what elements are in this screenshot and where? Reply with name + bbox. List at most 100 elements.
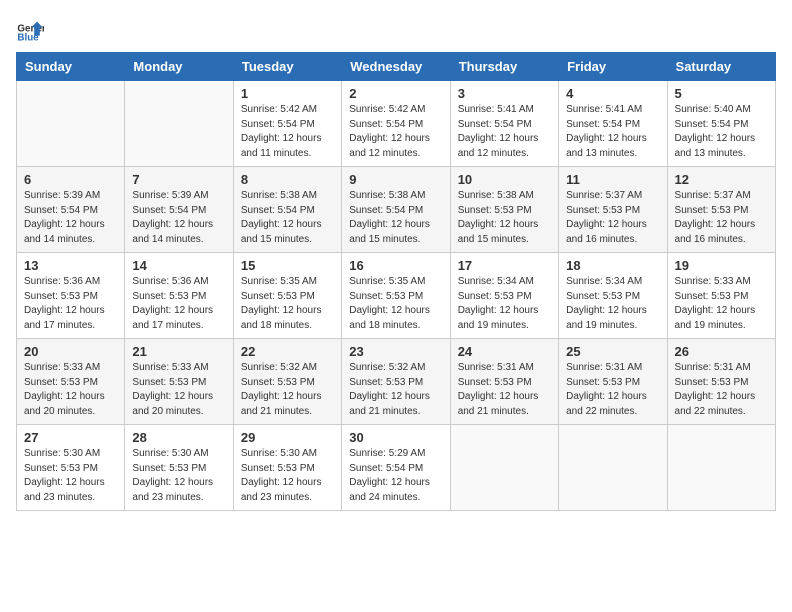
calendar-cell: 8 Sunrise: 5:38 AM Sunset: 5:54 PM Daylig…	[233, 167, 341, 253]
day-info: Sunrise: 5:33 AM Sunset: 5:53 PM Dayligh…	[132, 361, 225, 419]
calendar-cell: 6Sunrise: 5:39 AM Sunset: 5:54 PM Daylig…	[17, 167, 125, 253]
calendar-week-5: 27 Sunrise: 5:30 AM Sunset: 5:53 PM Dayli…	[17, 425, 776, 511]
calendar-cell: 23 Sunrise: 5:32 AM Sunset: 5:53 PM Dayli…	[342, 339, 450, 425]
day-number: 29	[241, 430, 334, 445]
day-number: 30	[349, 430, 442, 445]
day-info: Sunrise: 5:33 AM Sunset: 5:53 PM Dayligh…	[675, 275, 768, 333]
calendar-cell: 24Sunrise: 5:31 AM Sunset: 5:53 PM Dayli…	[450, 339, 558, 425]
calendar-body: 1Sunrise: 5:42 AM Sunset: 5:54 PM Daylig…	[17, 81, 776, 511]
weekday-header-thursday: Thursday	[450, 53, 558, 81]
day-info: Sunrise: 5:33 AM Sunset: 5:53 PM Dayligh…	[24, 361, 117, 419]
calendar-cell: 28 Sunrise: 5:30 AM Sunset: 5:53 PM Dayli…	[125, 425, 233, 511]
weekday-header-saturday: Saturday	[667, 53, 775, 81]
calendar-cell: 30 Sunrise: 5:29 AM Sunset: 5:54 PM Dayli…	[342, 425, 450, 511]
calendar-cell: 7 Sunrise: 5:39 AM Sunset: 5:54 PM Daylig…	[125, 167, 233, 253]
calendar-cell	[667, 425, 775, 511]
header: General Blue	[16, 16, 776, 44]
weekday-header-tuesday: Tuesday	[233, 53, 341, 81]
day-info: Sunrise: 5:31 AM Sunset: 5:53 PM Dayligh…	[458, 361, 551, 419]
calendar-cell: 2 Sunrise: 5:42 AM Sunset: 5:54 PM Daylig…	[342, 81, 450, 167]
calendar-cell: 21 Sunrise: 5:33 AM Sunset: 5:53 PM Dayli…	[125, 339, 233, 425]
day-number: 28	[132, 430, 225, 445]
day-info: Sunrise: 5:40 AM Sunset: 5:54 PM Dayligh…	[675, 103, 768, 161]
day-info: Sunrise: 5:42 AM Sunset: 5:54 PM Dayligh…	[241, 103, 334, 161]
day-info: Sunrise: 5:30 AM Sunset: 5:53 PM Dayligh…	[241, 447, 334, 505]
calendar-cell: 25Sunrise: 5:31 AM Sunset: 5:53 PM Dayli…	[559, 339, 667, 425]
day-info: Sunrise: 5:38 AM Sunset: 5:53 PM Dayligh…	[458, 189, 551, 247]
calendar-cell: 14 Sunrise: 5:36 AM Sunset: 5:53 PM Dayli…	[125, 253, 233, 339]
day-number: 5	[675, 86, 768, 101]
calendar-cell: 26Sunrise: 5:31 AM Sunset: 5:53 PM Dayli…	[667, 339, 775, 425]
calendar-week-1: 1Sunrise: 5:42 AM Sunset: 5:54 PM Daylig…	[17, 81, 776, 167]
day-info: Sunrise: 5:38 AM Sunset: 5:54 PM Dayligh…	[241, 189, 334, 247]
day-number: 27	[24, 430, 117, 445]
day-info: Sunrise: 5:41 AM Sunset: 5:54 PM Dayligh…	[458, 103, 551, 161]
calendar-cell: 12Sunrise: 5:37 AM Sunset: 5:53 PM Dayli…	[667, 167, 775, 253]
day-number: 4	[566, 86, 659, 101]
calendar-header: SundayMondayTuesdayWednesdayThursdayFrid…	[17, 53, 776, 81]
calendar-cell: 10 Sunrise: 5:38 AM Sunset: 5:53 PM Dayli…	[450, 167, 558, 253]
weekday-header-monday: Monday	[125, 53, 233, 81]
calendar-cell	[450, 425, 558, 511]
day-number: 22	[241, 344, 334, 359]
day-number: 25	[566, 344, 659, 359]
day-info: Sunrise: 5:38 AM Sunset: 5:54 PM Dayligh…	[349, 189, 442, 247]
day-info: Sunrise: 5:41 AM Sunset: 5:54 PM Dayligh…	[566, 103, 659, 161]
calendar-cell: 19 Sunrise: 5:33 AM Sunset: 5:53 PM Dayli…	[667, 253, 775, 339]
day-info: Sunrise: 5:35 AM Sunset: 5:53 PM Dayligh…	[349, 275, 442, 333]
calendar-cell: 15 Sunrise: 5:35 AM Sunset: 5:53 PM Dayli…	[233, 253, 341, 339]
calendar-cell: 1Sunrise: 5:42 AM Sunset: 5:54 PM Daylig…	[233, 81, 341, 167]
calendar-cell: 11 Sunrise: 5:37 AM Sunset: 5:53 PM Dayli…	[559, 167, 667, 253]
day-info: Sunrise: 5:39 AM Sunset: 5:54 PM Dayligh…	[24, 189, 117, 247]
day-number: 14	[132, 258, 225, 273]
weekday-header-friday: Friday	[559, 53, 667, 81]
calendar-cell: 16 Sunrise: 5:35 AM Sunset: 5:53 PM Dayli…	[342, 253, 450, 339]
calendar-cell	[125, 81, 233, 167]
logo-icon: General Blue	[16, 16, 44, 44]
day-info: Sunrise: 5:36 AM Sunset: 5:53 PM Dayligh…	[132, 275, 225, 333]
calendar-cell: 17 Sunrise: 5:34 AM Sunset: 5:53 PM Dayli…	[450, 253, 558, 339]
day-number: 17	[458, 258, 551, 273]
day-info: Sunrise: 5:32 AM Sunset: 5:53 PM Dayligh…	[349, 361, 442, 419]
day-number: 16	[349, 258, 442, 273]
day-info: Sunrise: 5:42 AM Sunset: 5:54 PM Dayligh…	[349, 103, 442, 161]
day-info: Sunrise: 5:37 AM Sunset: 5:53 PM Dayligh…	[566, 189, 659, 247]
day-number: 8	[241, 172, 334, 187]
day-number: 15	[241, 258, 334, 273]
weekday-header-sunday: Sunday	[17, 53, 125, 81]
calendar-cell	[559, 425, 667, 511]
day-number: 7	[132, 172, 225, 187]
calendar-cell: 22 Sunrise: 5:32 AM Sunset: 5:53 PM Dayli…	[233, 339, 341, 425]
calendar-cell: 4 Sunrise: 5:41 AM Sunset: 5:54 PM Daylig…	[559, 81, 667, 167]
day-number: 12	[675, 172, 768, 187]
day-number: 2	[349, 86, 442, 101]
calendar-cell: 13Sunrise: 5:36 AM Sunset: 5:53 PM Dayli…	[17, 253, 125, 339]
calendar-table: SundayMondayTuesdayWednesdayThursdayFrid…	[16, 52, 776, 511]
day-info: Sunrise: 5:30 AM Sunset: 5:53 PM Dayligh…	[24, 447, 117, 505]
calendar-cell: 20Sunrise: 5:33 AM Sunset: 5:53 PM Dayli…	[17, 339, 125, 425]
day-number: 21	[132, 344, 225, 359]
day-number: 19	[675, 258, 768, 273]
day-number: 18	[566, 258, 659, 273]
logo: General Blue	[16, 16, 44, 44]
calendar-week-3: 13Sunrise: 5:36 AM Sunset: 5:53 PM Dayli…	[17, 253, 776, 339]
day-info: Sunrise: 5:35 AM Sunset: 5:53 PM Dayligh…	[241, 275, 334, 333]
day-info: Sunrise: 5:34 AM Sunset: 5:53 PM Dayligh…	[566, 275, 659, 333]
day-info: Sunrise: 5:34 AM Sunset: 5:53 PM Dayligh…	[458, 275, 551, 333]
calendar-cell: 27 Sunrise: 5:30 AM Sunset: 5:53 PM Dayli…	[17, 425, 125, 511]
day-info: Sunrise: 5:32 AM Sunset: 5:53 PM Dayligh…	[241, 361, 334, 419]
day-number: 11	[566, 172, 659, 187]
day-number: 23	[349, 344, 442, 359]
weekday-header-wednesday: Wednesday	[342, 53, 450, 81]
day-number: 26	[675, 344, 768, 359]
day-info: Sunrise: 5:29 AM Sunset: 5:54 PM Dayligh…	[349, 447, 442, 505]
weekday-header-row: SundayMondayTuesdayWednesdayThursdayFrid…	[17, 53, 776, 81]
day-number: 10	[458, 172, 551, 187]
day-info: Sunrise: 5:39 AM Sunset: 5:54 PM Dayligh…	[132, 189, 225, 247]
calendar-week-2: 6Sunrise: 5:39 AM Sunset: 5:54 PM Daylig…	[17, 167, 776, 253]
day-number: 3	[458, 86, 551, 101]
day-number: 9	[349, 172, 442, 187]
calendar-cell: 9 Sunrise: 5:38 AM Sunset: 5:54 PM Daylig…	[342, 167, 450, 253]
day-info: Sunrise: 5:30 AM Sunset: 5:53 PM Dayligh…	[132, 447, 225, 505]
calendar-cell: 18 Sunrise: 5:34 AM Sunset: 5:53 PM Dayli…	[559, 253, 667, 339]
